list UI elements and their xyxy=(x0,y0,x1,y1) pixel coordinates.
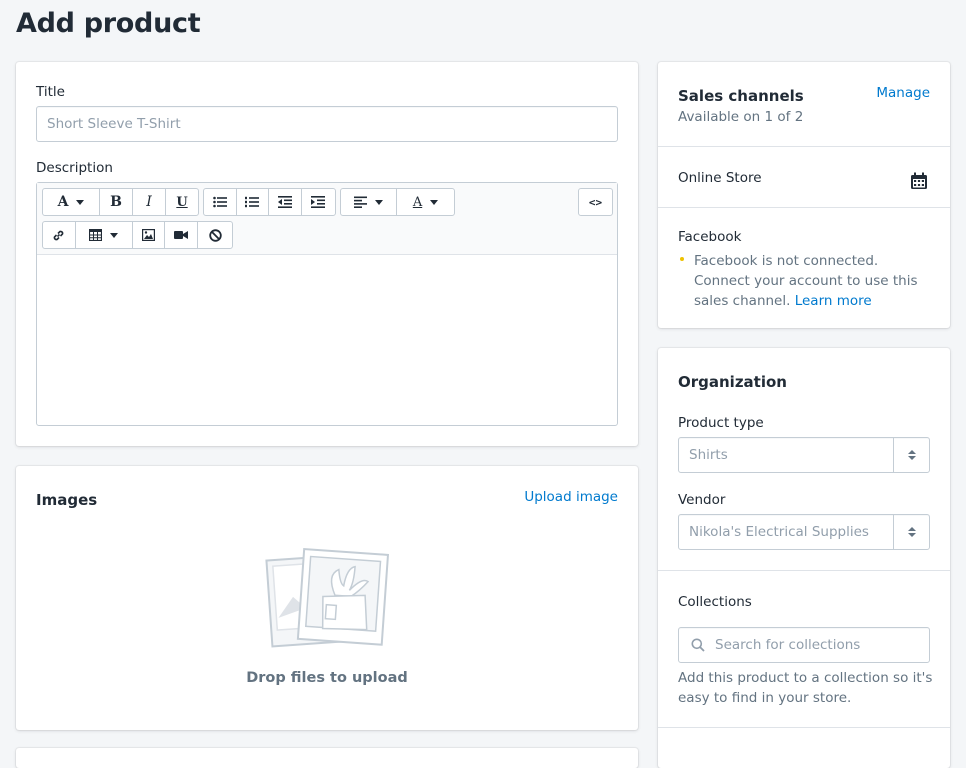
chevron-down-icon xyxy=(76,199,85,205)
bold-button[interactable]: B xyxy=(100,189,133,215)
italic-label: I xyxy=(146,194,152,210)
insert-image-button[interactable] xyxy=(133,222,166,248)
html-view-label: <> xyxy=(588,195,603,209)
organization-card: Organization Product type Vendor Collect… xyxy=(658,348,950,768)
upload-image-link[interactable]: Upload image xyxy=(524,489,618,505)
chevron-updown-icon xyxy=(907,450,916,460)
chevron-down-icon xyxy=(375,199,383,205)
bullet-list-icon xyxy=(212,196,227,208)
product-type-input[interactable] xyxy=(689,447,919,463)
collections-search-input[interactable] xyxy=(715,637,919,653)
chevron-down-icon xyxy=(430,199,439,205)
manage-channels-link[interactable]: Manage xyxy=(876,85,930,101)
vendor-select[interactable] xyxy=(678,514,930,550)
align-color-group: A xyxy=(340,188,455,216)
clear-formatting-icon xyxy=(208,228,222,242)
indent-button[interactable] xyxy=(302,189,335,215)
link-icon xyxy=(54,230,64,240)
facebook-status-line3-text: sales channel. xyxy=(694,293,791,309)
collections-search-field[interactable] xyxy=(678,627,930,663)
html-group: <> xyxy=(578,188,613,216)
title-input[interactable] xyxy=(47,116,607,132)
next-card-edge xyxy=(16,748,638,768)
drop-zone[interactable]: Drop files to upload xyxy=(36,536,618,710)
description-label: Description xyxy=(36,160,113,176)
chevron-updown-icon xyxy=(907,527,916,537)
product-type-select[interactable] xyxy=(678,437,930,473)
facebook-status: Facebook is not connected. Connect your … xyxy=(694,251,918,311)
organization-title: Organization xyxy=(678,373,787,391)
vendor-label: Vendor xyxy=(678,492,726,508)
outdent-button[interactable] xyxy=(269,189,302,215)
divider xyxy=(658,146,950,147)
underline-button[interactable]: U xyxy=(166,189,198,215)
insert-link-button[interactable] xyxy=(43,222,76,248)
collections-help-line2: easy to find in your store. xyxy=(678,690,852,706)
video-icon xyxy=(174,231,189,239)
editor-toolbar: A B I U A <> xyxy=(37,183,617,255)
facebook-status-line1: Facebook is not connected. xyxy=(694,253,879,269)
title-label: Title xyxy=(36,84,65,100)
bold-label: B xyxy=(110,194,122,210)
sales-channels-title: Sales channels xyxy=(678,87,804,105)
learn-more-link[interactable]: Learn more xyxy=(795,293,872,309)
title-field[interactable] xyxy=(36,106,618,142)
warning-dot xyxy=(680,257,684,261)
underline-label: U xyxy=(176,194,188,210)
description-text-area[interactable] xyxy=(37,255,617,425)
chevron-down-icon xyxy=(110,232,119,238)
collections-help-text: Add this product to a collection so it's… xyxy=(678,668,932,708)
online-store-label: Online Store xyxy=(678,170,762,186)
images-title: Images xyxy=(36,491,98,509)
drop-files-text: Drop files to upload xyxy=(246,670,408,686)
channels-availability: Available on 1 of 2 xyxy=(678,109,804,125)
page-title: Add product xyxy=(16,8,201,39)
photo-stack-icon xyxy=(265,547,389,648)
select-arrows-icon[interactable] xyxy=(893,515,929,549)
select-arrows-icon[interactable] xyxy=(893,438,929,472)
images-card: Images Upload image Drop files to upload xyxy=(16,466,638,730)
facebook-status-line2: Connect your account to use this xyxy=(694,273,918,289)
align-button[interactable] xyxy=(341,189,398,215)
sales-channels-card: Sales channels Manage Available on 1 of … xyxy=(658,62,950,328)
font-style-button[interactable]: A xyxy=(43,189,100,215)
collections-label: Collections xyxy=(678,594,752,610)
text-color-button[interactable]: A xyxy=(397,189,454,215)
outdent-icon xyxy=(277,196,292,208)
table-icon xyxy=(89,229,103,241)
description-editor: A B I U A <> xyxy=(36,182,618,426)
html-view-button[interactable]: <> xyxy=(579,189,612,215)
divider xyxy=(658,207,950,208)
list-group xyxy=(203,188,336,216)
numbered-list-button[interactable] xyxy=(237,189,269,215)
vendor-input[interactable] xyxy=(689,524,919,540)
image-icon xyxy=(141,229,155,241)
numbered-list-icon xyxy=(245,196,260,208)
format-group: A B I U xyxy=(42,188,199,216)
insert-table-button[interactable] xyxy=(76,222,133,248)
collections-help-line1: Add this product to a collection so it's xyxy=(678,670,933,686)
divider xyxy=(658,727,950,728)
search-icon xyxy=(691,638,705,652)
product-type-label: Product type xyxy=(678,415,764,431)
divider xyxy=(658,570,950,571)
italic-button[interactable]: I xyxy=(133,189,166,215)
calendar-icon[interactable] xyxy=(910,172,928,190)
insert-group xyxy=(42,221,233,249)
clear-formatting-button[interactable] xyxy=(198,222,232,248)
font-style-label: A xyxy=(57,194,69,210)
insert-video-button[interactable] xyxy=(165,222,199,248)
align-left-icon xyxy=(354,196,367,208)
product-details-card: Title Description A B I U xyxy=(16,62,638,446)
text-color-label: A xyxy=(412,194,423,210)
facebook-status-line3: sales channel. Learn more xyxy=(694,291,918,311)
facebook-title: Facebook xyxy=(678,229,742,245)
indent-icon xyxy=(311,196,326,208)
bullet-list-button[interactable] xyxy=(204,189,237,215)
